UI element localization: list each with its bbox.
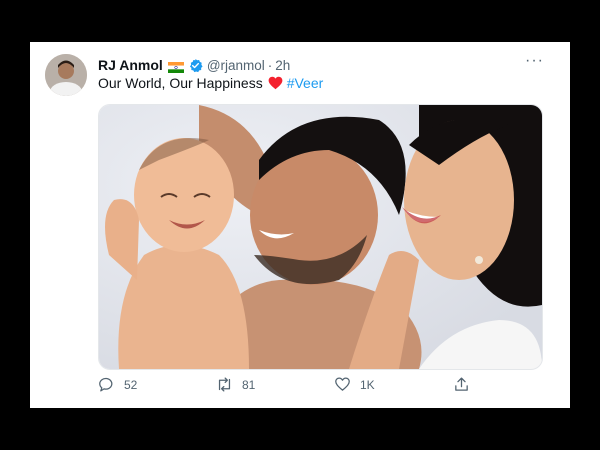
- share-icon: [455, 377, 468, 391]
- hashtag-link[interactable]: #Veer: [287, 75, 324, 91]
- like-count: 1K: [360, 377, 375, 392]
- tweet-timestamp[interactable]: 2h: [275, 58, 290, 73]
- share-button[interactable]: [453, 376, 470, 393]
- avatar[interactable]: [45, 54, 87, 96]
- tweet-card[interactable]: RJ Anmol @rjanmol · 2h ··· Our World, Ou…: [30, 42, 570, 408]
- reply-icon: [99, 377, 113, 392]
- author-handle[interactable]: @rjanmol: [207, 58, 265, 73]
- tweet-photo[interactable]: [98, 104, 543, 370]
- retweet-count: 81: [242, 377, 256, 392]
- avatar-image: [45, 54, 87, 96]
- like-button[interactable]: 1K: [334, 376, 375, 393]
- red-heart-icon: [268, 76, 283, 90]
- tweet-text: Our World, Our Happiness #Veer: [98, 75, 323, 91]
- tweet-text-body: Our World, Our Happiness: [98, 75, 263, 91]
- tweet-header: RJ Anmol @rjanmol · 2h: [98, 55, 290, 75]
- author-name[interactable]: RJ Anmol: [98, 57, 163, 73]
- retweet-icon: [218, 377, 231, 392]
- tweet-actions: 52 81 1K: [98, 376, 470, 398]
- reply-button[interactable]: 52: [98, 376, 137, 393]
- reply-count: 52: [124, 377, 138, 392]
- more-options-icon[interactable]: ···: [525, 53, 544, 69]
- retweet-button[interactable]: 81: [216, 376, 255, 393]
- family-photo-image: [99, 105, 542, 369]
- verified-badge-icon: [188, 58, 203, 73]
- like-icon: [335, 377, 350, 391]
- india-flag-icon: [167, 60, 184, 73]
- separator-dot: ·: [267, 57, 273, 73]
